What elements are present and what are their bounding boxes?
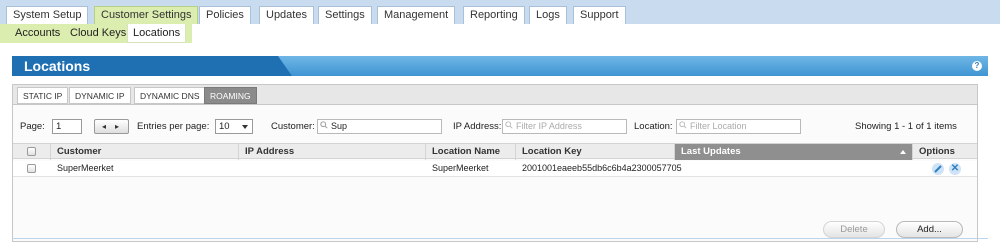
chevron-down-icon [242,125,248,129]
column-header-last-updates[interactable]: Last Updates [675,144,913,160]
tab-logs[interactable]: Logs [529,6,567,24]
ip-address-label: IP Address: [453,121,502,132]
column-header-location-key[interactable]: Location Key [516,144,675,160]
locations-panel: Locations ? STATIC IP DYNAMIC IP DYNAMIC… [12,56,988,242]
tab-support[interactable]: Support [573,6,626,24]
cell-ip-address [239,161,245,177]
sort-ascending-icon [900,150,906,154]
entries-select[interactable]: 10 [215,119,253,134]
customer-label: Customer: [271,121,315,132]
showing-count: Showing 1 - 1 of 1 items [855,121,957,132]
search-icon [505,121,513,129]
location-placeholder: Filter Location [690,121,747,131]
ip-address-filter-input[interactable]: Filter IP Address [502,119,627,134]
entries-label: Entries per page: [137,121,210,132]
tab-static-ip[interactable]: STATIC IP [17,87,69,104]
divider [12,238,988,239]
top-nav: System Setup Customer Settings Policies … [0,0,1000,24]
tab-updates[interactable]: Updates [259,6,314,24]
search-icon [679,121,687,129]
page-label: Page: [20,121,45,132]
tab-reporting[interactable]: Reporting [463,6,525,24]
customer-filter-value: Sup [331,121,348,131]
pager-buttons[interactable]: ◂ ▸ [94,119,129,134]
edit-icon[interactable] [932,163,944,175]
tab-customer-settings[interactable]: Customer Settings [94,6,199,24]
column-header-last-updates-label: Last Updates [681,146,741,157]
panel-header: Locations ? [12,56,988,76]
add-button[interactable]: Add... [896,221,963,238]
column-header-ip-address[interactable]: IP Address [239,144,426,160]
subtab-cloud-keys[interactable]: Cloud Keys [65,24,131,43]
search-icon [320,121,328,129]
entries-value: 10 [219,121,230,132]
column-header-location-name[interactable]: Location Name [426,144,516,160]
customer-filter-input[interactable]: Sup [317,119,442,134]
tab-policies[interactable]: Policies [199,6,251,24]
location-type-tabs: STATIC IP DYNAMIC IP DYNAMIC DNS ROAMING [13,85,977,105]
tab-roaming[interactable]: ROAMING [204,87,257,104]
delete-button[interactable]: Delete [823,221,885,238]
tab-settings[interactable]: Settings [318,6,372,24]
next-page-icon[interactable]: ▸ [115,120,119,133]
tab-management[interactable]: Management [377,6,456,24]
cell-customer: SuperMeerket [57,163,114,173]
select-all-column [13,144,51,160]
row-checkbox[interactable] [27,164,36,173]
tab-dynamic-dns[interactable]: DYNAMIC DNS [134,87,206,104]
location-filter-input[interactable]: Filter Location [676,119,801,134]
column-header-options: Options [919,146,955,157]
table-header: Customer IP Address Location Name Locati… [13,143,977,160]
prev-page-icon[interactable]: ◂ [102,120,106,133]
question-icon[interactable]: ? [972,61,982,71]
page-input[interactable]: 1 [52,119,82,134]
location-label: Location: [634,121,673,132]
table-row[interactable]: SuperMeerket SuperMeerket 2001001eaeeb55… [13,161,977,177]
filter-toolbar: Page: 1 ◂ ▸ Entries per page: 10 Custome… [13,119,977,135]
subtab-accounts[interactable]: Accounts [10,24,65,43]
sub-nav: Accounts Cloud Keys Locations [0,24,1000,43]
tab-dynamic-ip[interactable]: DYNAMIC IP [69,87,131,104]
select-all-checkbox[interactable] [27,147,36,156]
ip-address-placeholder: Filter IP Address [516,121,582,131]
cell-location-name: SuperMeerket [432,163,489,173]
tab-system-setup[interactable]: System Setup [6,6,89,24]
page-title: Locations [24,58,91,74]
subtab-locations[interactable]: Locations [127,24,187,43]
cell-location-key: 2001001eaeeb55db6c6b4a2300057705 [522,163,682,173]
panel-body: STATIC IP DYNAMIC IP DYNAMIC DNS ROAMING… [12,84,978,242]
panel-title-bar: Locations [12,56,292,76]
cell-last-updates [675,161,681,177]
column-header-customer[interactable]: Customer [51,144,239,160]
close-icon[interactable]: ✕ [949,163,961,175]
